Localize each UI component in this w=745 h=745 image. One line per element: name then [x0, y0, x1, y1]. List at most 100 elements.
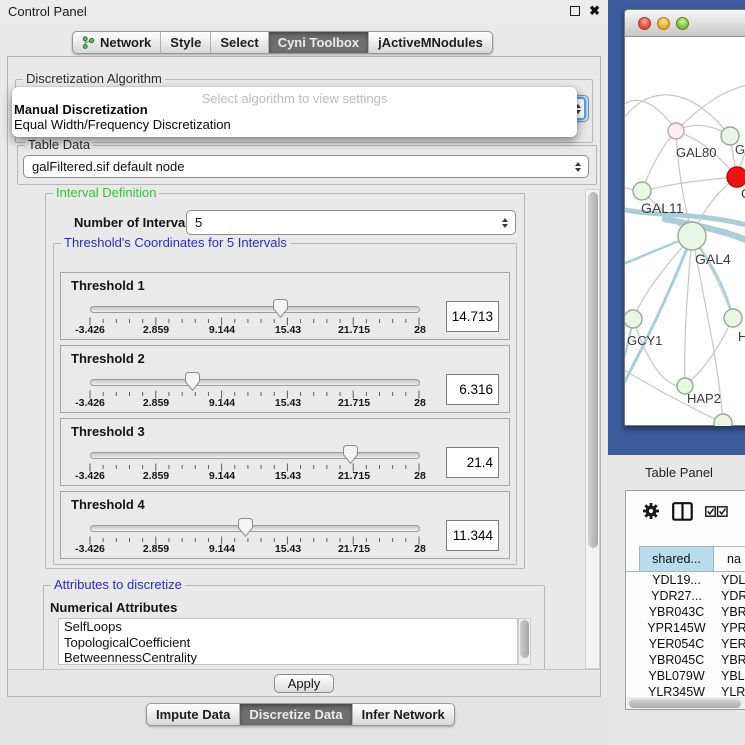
- number-of-intervals-stepper[interactable]: [497, 218, 513, 228]
- threshold-slider-track[interactable]: [90, 379, 420, 386]
- select-columns-checkboxes-icon[interactable]: [705, 506, 728, 517]
- node-table: shared... na YDL19...YDL1YDR27...YDR2YBR…: [625, 490, 745, 710]
- tab-label: jActiveMNodules: [378, 35, 483, 50]
- tab-discretize-data[interactable]: Discretize Data: [240, 704, 352, 725]
- network-node-label-gal80: GAL80: [676, 145, 716, 160]
- tab-label: Discretize Data: [249, 707, 342, 722]
- network-right-node[interactable]: [724, 309, 742, 327]
- threshold-slider-track[interactable]: [90, 525, 420, 532]
- cell-name[interactable]: YBR0: [714, 652, 745, 668]
- column-header-shared-name[interactable]: shared...: [639, 546, 714, 572]
- network-gal80-node[interactable]: [668, 123, 684, 139]
- tab-style[interactable]: Style: [161, 32, 211, 53]
- thresholds-group-label: Threshold's Coordinates for 5 Intervals: [61, 235, 290, 250]
- threshold-value-field[interactable]: 21.4: [446, 447, 499, 478]
- attribute-item-betweennesscentrality[interactable]: BetweennessCentrality: [59, 650, 517, 665]
- threshold-slider-thumb[interactable]: [343, 445, 358, 464]
- panel-scrollbar[interactable]: [585, 189, 600, 669]
- threshold-slider-thumb[interactable]: [185, 372, 200, 391]
- cell-shared-name[interactable]: YBR045C: [639, 652, 714, 668]
- attributes-list-scrollbar-thumb[interactable]: [520, 620, 529, 658]
- cell-shared-name[interactable]: YDL19...: [639, 572, 714, 588]
- table-row[interactable]: YBL079WYBL0: [626, 668, 745, 684]
- network-gcy1-node[interactable]: [625, 310, 642, 328]
- close-traffic-light-button[interactable]: [638, 17, 651, 30]
- cell-shared-name[interactable]: YPR145W: [639, 620, 714, 636]
- table-settings-gear-icon[interactable]: [642, 502, 660, 520]
- table-panel: Table Panel: [608, 455, 745, 745]
- table-horizontal-scrollbar-thumb[interactable]: [629, 699, 741, 708]
- threshold-value-field[interactable]: 6.316: [446, 374, 499, 405]
- cell-name[interactable]: YBR0: [714, 604, 745, 620]
- algorithm-option-equal-width-frequency-discretization[interactable]: Equal Width/Frequency Discretization: [12, 117, 577, 132]
- network-window-titlebar[interactable]: [625, 10, 745, 37]
- attributes-list-scrollbar[interactable]: [518, 618, 531, 665]
- column-header-name[interactable]: na: [714, 546, 745, 572]
- table-header-row: shared... na: [626, 546, 745, 572]
- table-row[interactable]: YDR27...YDR2: [626, 588, 745, 604]
- slider-scale-label: 9.144: [209, 470, 235, 482]
- tab-impute-data[interactable]: Impute Data: [147, 704, 240, 725]
- network-gal4-node[interactable]: [678, 222, 706, 250]
- number-of-intervals-combobox[interactable]: 5: [186, 210, 516, 235]
- table-row[interactable]: YBR045CYBR0: [626, 652, 745, 668]
- network-edge[interactable]: [642, 131, 676, 191]
- slider-tick-marks: [89, 390, 421, 399]
- network-node-label-gal11: GAL11: [641, 200, 684, 216]
- network-node-label-c: C: [741, 186, 745, 201]
- network-bottom-node[interactable]: [714, 414, 732, 426]
- cell-name[interactable]: YPR1: [714, 620, 745, 636]
- table-row[interactable]: YPR145WYPR1: [626, 620, 745, 636]
- close-window-icon[interactable]: ✖: [589, 3, 600, 19]
- tab-jactivemnodules[interactable]: jActiveMNodules: [369, 32, 492, 53]
- slider-scale-label: 15.43: [275, 324, 301, 336]
- tab-cyni-toolbox[interactable]: Cyni Toolbox: [269, 32, 369, 53]
- network-edge[interactable]: [685, 318, 733, 386]
- slider-scale-label: 28: [414, 470, 426, 482]
- threshold-slider-thumb[interactable]: [238, 518, 253, 537]
- cell-shared-name[interactable]: YER054C: [639, 636, 714, 652]
- threshold-value-field[interactable]: 11.344: [446, 520, 499, 551]
- cell-shared-name[interactable]: YBL079W: [639, 668, 714, 684]
- cell-name[interactable]: YER0: [714, 636, 745, 652]
- table-horizontal-scrollbar[interactable]: [627, 697, 745, 710]
- network-canvas[interactable]: GAL80GACGAL11GAL4GCY1HHAP2: [625, 37, 745, 426]
- table-row[interactable]: YDL19...YDL1: [626, 572, 745, 588]
- table-row[interactable]: YER054CYER0: [626, 636, 745, 652]
- apply-button[interactable]: Apply: [274, 674, 335, 693]
- network-edge[interactable]: [685, 236, 692, 386]
- tab-network[interactable]: Network: [73, 32, 161, 53]
- cell-name[interactable]: YBL0: [714, 668, 745, 684]
- table-row[interactable]: YBR043CYBR0: [626, 604, 745, 620]
- network-left-node[interactable]: [633, 182, 651, 200]
- slider-scale-label: -3.426: [75, 397, 105, 409]
- cell-name[interactable]: YDL1: [714, 572, 745, 588]
- tab-select[interactable]: Select: [211, 32, 268, 53]
- network-edge[interactable]: [676, 83, 745, 131]
- cell-shared-name[interactable]: YDR27...: [639, 588, 714, 604]
- cell-name[interactable]: YDR2: [714, 588, 745, 604]
- cell-shared-name[interactable]: YBR043C: [639, 604, 714, 620]
- tab-label: Cyni Toolbox: [278, 35, 359, 50]
- cyni-toolbox-panel: Discretization Algorithm Table Data galF…: [7, 56, 601, 697]
- zoom-traffic-light-button[interactable]: [676, 17, 689, 30]
- float-window-icon[interactable]: [570, 6, 580, 16]
- minimize-traffic-light-button[interactable]: [657, 17, 670, 30]
- network-node-label-gcy1: GCY1: [627, 333, 662, 348]
- slider-scale-label: 28: [414, 543, 426, 555]
- network-selected-node[interactable]: [727, 167, 745, 187]
- attribute-item-selfloops[interactable]: SelfLoops: [59, 619, 517, 635]
- slider-scale-label: -3.426: [75, 324, 105, 336]
- threshold-value-field[interactable]: 14.713: [446, 301, 499, 332]
- column-layout-icon[interactable]: [672, 502, 693, 521]
- network-edge[interactable]: [625, 100, 676, 131]
- panel-scrollbar-thumb[interactable]: [588, 192, 598, 548]
- attribute-item-topologicalcoefficient[interactable]: TopologicalCoefficient: [59, 635, 517, 651]
- threshold-slider-track[interactable]: [90, 306, 420, 313]
- table-data-combobox[interactable]: galFiltered.sif default node: [23, 155, 589, 178]
- threshold-slider-track[interactable]: [90, 452, 420, 459]
- table-data-combobox-stepper[interactable]: [570, 162, 586, 172]
- numerical-attributes-list[interactable]: SelfLoopsTopologicalCoefficientBetweenne…: [58, 618, 518, 665]
- threshold-slider-thumb[interactable]: [273, 299, 288, 318]
- tab-infer-network[interactable]: Infer Network: [353, 704, 454, 725]
